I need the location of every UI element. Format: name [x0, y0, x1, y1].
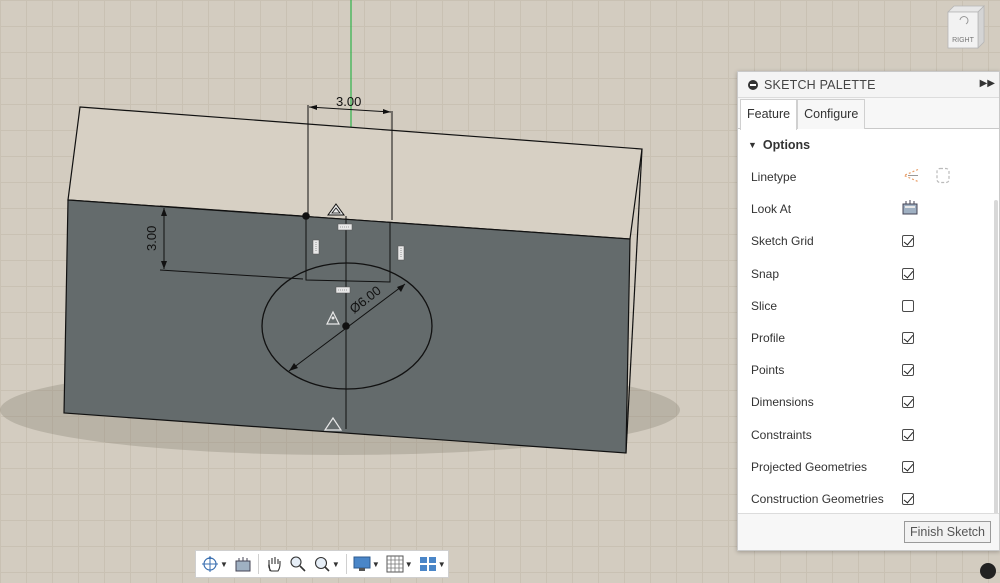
chevron-down-icon: ▼	[371, 559, 380, 569]
centerline-icon[interactable]	[934, 167, 952, 188]
option-label: Profile	[751, 331, 786, 346]
option-look-at: Look At	[738, 193, 999, 225]
comment-icon[interactable]	[980, 563, 996, 579]
chevron-down-icon: ▼	[331, 559, 340, 569]
snap-checkbox[interactable]	[902, 267, 914, 280]
option-label: Sketch Grid	[751, 234, 814, 249]
center-point[interactable]	[342, 322, 350, 330]
chevron-down-icon: ▼	[404, 559, 413, 569]
viewcube-face-label: RIGHT	[952, 37, 975, 44]
sketch-palette: SKETCH PALETTE ▶▶ Feature Configure ▼ Op…	[737, 71, 1000, 551]
palette-footer: Finish Sketch	[738, 513, 999, 550]
option-profile: Profile	[738, 322, 999, 354]
option-projected-geometries: Projected Geometries	[738, 451, 999, 483]
look-at-icon[interactable]	[902, 200, 918, 218]
zoom-icon	[290, 556, 306, 572]
option-label: Construction Geometries	[751, 491, 884, 506]
sketch-grid-checkbox[interactable]	[902, 235, 914, 248]
tab-feature[interactable]: Feature	[740, 99, 798, 130]
expand-palette-icon[interactable]: ▶▶	[980, 78, 995, 89]
projected-geometries-checkbox[interactable]	[902, 460, 914, 473]
option-dimensions: Dimensions	[738, 386, 999, 418]
palette-title: SKETCH PALETTE	[764, 77, 876, 92]
zoom-window-icon	[314, 556, 330, 572]
horizontal-constraint-icon[interactable]	[335, 286, 351, 294]
pan-icon	[268, 557, 281, 572]
palette-header[interactable]: SKETCH PALETTE ▶▶	[738, 72, 999, 98]
viewcube[interactable]: RIGHT	[944, 4, 986, 50]
option-label: Constraints	[751, 427, 812, 442]
tab-configure[interactable]: Configure	[797, 99, 866, 129]
triangle-down-icon: ▼	[748, 140, 757, 150]
viewports-button[interactable]: ▼	[417, 553, 448, 575]
profile-checkbox[interactable]	[902, 332, 914, 345]
option-label: Points	[751, 363, 785, 378]
width-dimension-label[interactable]: 3.00	[336, 94, 361, 109]
slice-checkbox[interactable]	[902, 299, 914, 312]
pan-button[interactable]	[263, 553, 285, 575]
horizontal-constraint-icon[interactable]	[337, 223, 353, 231]
vertical-constraint-icon[interactable]	[312, 239, 320, 255]
option-label: Linetype	[751, 170, 797, 185]
chevron-down-icon: ▼	[437, 559, 446, 569]
constraints-checkbox[interactable]	[902, 428, 914, 441]
look-at-button[interactable]	[232, 553, 254, 575]
viewports-icon	[419, 557, 436, 571]
orbit-icon	[202, 556, 218, 572]
orbit-button[interactable]: ▼	[199, 553, 230, 575]
navigation-toolbar: ▼ ▼ ▼ ▼ ▼	[195, 550, 449, 578]
collapse-icon[interactable]	[748, 79, 758, 90]
grid-settings-button[interactable]: ▼	[384, 553, 415, 575]
grid-settings-icon	[386, 555, 404, 573]
option-label: Slice	[751, 298, 778, 313]
construction-geometries-checkbox[interactable]	[902, 492, 914, 505]
dimensions-checkbox[interactable]	[902, 396, 914, 409]
option-sketch-grid: Sketch Grid	[738, 225, 999, 257]
zoom-button[interactable]	[287, 553, 309, 575]
option-label: Look At	[751, 202, 792, 217]
height-dimension-label[interactable]: 3.00	[144, 226, 159, 251]
palette-tabs: Feature Configure	[738, 98, 999, 130]
option-construction-geometries: Construction Geometries	[738, 483, 999, 515]
display-settings-button[interactable]: ▼	[351, 553, 382, 575]
option-linetype: Linetype	[738, 161, 999, 193]
chevron-down-icon: ▼	[220, 559, 228, 569]
palette-scrollbar[interactable]	[994, 200, 998, 550]
zoom-window-button[interactable]: ▼	[311, 553, 342, 575]
option-label: Snap	[751, 266, 780, 281]
option-constraints: Constraints	[738, 419, 999, 451]
option-snap: Snap	[738, 258, 999, 290]
options-section-header[interactable]: ▼ Options	[738, 129, 999, 161]
display-settings-icon	[353, 556, 371, 571]
finish-sketch-button[interactable]: Finish Sketch	[903, 521, 991, 543]
option-slice: Slice	[738, 290, 999, 322]
construction-line-icon[interactable]	[902, 168, 920, 187]
sketch-point[interactable]	[302, 212, 310, 220]
points-checkbox[interactable]	[902, 364, 914, 377]
option-label: Dimensions	[751, 395, 814, 410]
option-label: Projected Geometries	[751, 459, 868, 474]
look-at-icon	[235, 557, 251, 572]
vertical-constraint-icon[interactable]	[397, 245, 405, 261]
options-title: Options	[762, 138, 811, 152]
option-points: Points	[738, 354, 999, 386]
